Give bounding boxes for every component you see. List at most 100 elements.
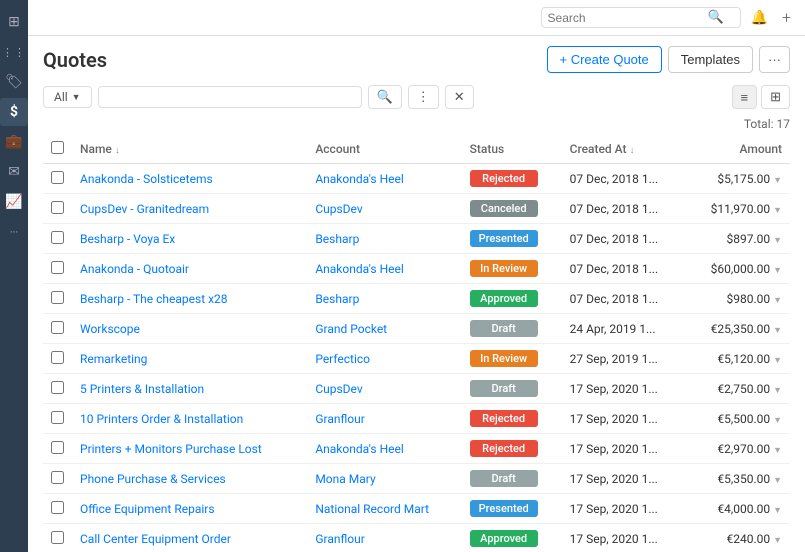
list-view-button[interactable]: ≡ [732, 85, 758, 109]
select-all-checkbox[interactable] [51, 141, 64, 154]
row-created: 07 Dec, 2018 1... [562, 284, 686, 314]
row-name-link-1[interactable]: CupsDev - Granitedream [80, 202, 209, 216]
notification-icon[interactable]: 🔔 [747, 8, 772, 28]
row-name-link-2[interactable]: Besharp - Voya Ex [80, 232, 175, 246]
amount-dropdown-icon-4[interactable]: ▼ [773, 296, 782, 306]
filter-clear-button[interactable]: ✕ [445, 85, 474, 109]
add-icon[interactable]: + [778, 6, 795, 29]
th-amount[interactable]: Amount [686, 135, 790, 164]
row-checkbox-1[interactable] [51, 201, 64, 214]
row-account-link-4[interactable]: Besharp [315, 292, 359, 306]
row-created: 17 Sep, 2020 1... [562, 404, 686, 434]
row-account: Besharp [307, 224, 461, 254]
row-checkbox-3[interactable] [51, 261, 64, 274]
amount-dropdown-icon-5[interactable]: ▼ [773, 326, 782, 336]
row-account-link-7[interactable]: CupsDev [315, 382, 362, 396]
row-checkbox-6[interactable] [51, 351, 64, 364]
filter-options-button[interactable]: ⋮ [408, 85, 439, 109]
row-checkbox-9[interactable] [51, 441, 64, 454]
amount-dropdown-icon-8[interactable]: ▼ [773, 416, 782, 426]
search-icon[interactable]: 🔍 [708, 10, 724, 25]
select-all-header[interactable] [43, 135, 72, 164]
th-created[interactable]: Created At ↓ [562, 135, 686, 164]
row-checkbox-4[interactable] [51, 291, 64, 304]
amount-dropdown-icon-1[interactable]: ▼ [773, 206, 782, 216]
more-options-button[interactable]: ··· [759, 46, 790, 73]
row-status: Rejected [462, 164, 562, 194]
row-name-link-6[interactable]: Remarketing [80, 352, 147, 366]
row-amount: €2,750.00 ▼ [686, 374, 790, 404]
amount-dropdown-icon-2[interactable]: ▼ [773, 236, 782, 246]
create-quote-button[interactable]: + Create Quote [547, 46, 662, 73]
status-badge-4: Approved [470, 290, 538, 307]
row-account-link-2[interactable]: Besharp [315, 232, 359, 246]
row-account: Grand Pocket [307, 314, 461, 344]
th-status[interactable]: Status [462, 135, 562, 164]
amount-dropdown-icon-12[interactable]: ▼ [773, 536, 782, 546]
header-actions: + Create Quote Templates ··· [547, 46, 791, 73]
row-name-link-4[interactable]: Besharp - The cheapest x28 [80, 292, 228, 306]
row-name-link-3[interactable]: Anakonda - Quotoair [80, 262, 189, 276]
row-name-link-12[interactable]: Call Center Equipment Order [80, 532, 231, 546]
sidebar-icon-briefcase[interactable]: 💼 [0, 128, 28, 156]
table-row: Anakonda - Quotoair Anakonda's Heel In R… [43, 254, 790, 284]
amount-dropdown-icon-9[interactable]: ▼ [773, 446, 782, 456]
sidebar-icon-grid[interactable]: ⊞ [0, 8, 28, 36]
th-name[interactable]: Name ↓ [72, 135, 307, 164]
amount-dropdown-icon-10[interactable]: ▼ [773, 476, 782, 486]
row-checkbox-cell [43, 284, 72, 314]
row-account-link-9[interactable]: Anakonda's Heel [315, 442, 403, 456]
more-dots-icon: ··· [10, 226, 19, 239]
search-input[interactable] [548, 11, 708, 25]
amount-dropdown-icon-3[interactable]: ▼ [773, 266, 782, 276]
filter-search-button[interactable]: 🔍 [368, 85, 402, 109]
row-name-link-5[interactable]: Workscope [80, 322, 140, 336]
row-name-link-9[interactable]: Printers + Monitors Purchase Lost [80, 442, 262, 456]
row-name-link-0[interactable]: Anakonda - Solsticetems [80, 172, 213, 186]
sidebar-icon-more[interactable]: ··· [0, 218, 28, 246]
row-account-link-1[interactable]: CupsDev [315, 202, 362, 216]
status-badge-0: Rejected [470, 170, 538, 187]
row-name-link-11[interactable]: Office Equipment Repairs [80, 502, 215, 516]
amount-dropdown-icon-7[interactable]: ▼ [773, 386, 782, 396]
row-name-link-7[interactable]: 5 Printers & Installation [80, 382, 204, 396]
row-checkbox-11[interactable] [51, 501, 64, 514]
row-created: 17 Sep, 2020 1... [562, 464, 686, 494]
amount-dropdown-icon-11[interactable]: ▼ [773, 506, 782, 516]
row-account-link-6[interactable]: Perfectico [315, 352, 370, 366]
row-name-link-10[interactable]: Phone Purchase & Services [80, 472, 226, 486]
filter-search-input[interactable] [98, 86, 362, 108]
filter-all-dropdown[interactable]: All ▼ [43, 86, 92, 108]
row-checkbox-10[interactable] [51, 471, 64, 484]
row-account-link-12[interactable]: Granflour [315, 532, 365, 546]
sidebar-icon-tag[interactable]: 🏷 [0, 68, 28, 96]
grid-view-button[interactable]: ⊞ [761, 85, 790, 109]
row-amount: €4,000.00 ▼ [686, 494, 790, 524]
amount-dropdown-icon-6[interactable]: ▼ [773, 356, 782, 366]
row-checkbox-2[interactable] [51, 231, 64, 244]
row-checkbox-cell [43, 374, 72, 404]
row-checkbox-0[interactable] [51, 171, 64, 184]
row-account-link-10[interactable]: Mona Mary [315, 472, 375, 486]
sidebar-icon-dollar[interactable]: $ [0, 98, 28, 126]
sidebar-icon-chart[interactable]: 📈 [0, 188, 28, 216]
row-checkbox-8[interactable] [51, 411, 64, 424]
sidebar-icon-apps[interactable]: ⋮⋮ [0, 38, 28, 66]
row-account-link-5[interactable]: Grand Pocket [315, 322, 387, 336]
row-account-link-0[interactable]: Anakonda's Heel [315, 172, 403, 186]
row-checkbox-7[interactable] [51, 381, 64, 394]
row-account-link-8[interactable]: Granflour [315, 412, 365, 426]
row-name: 10 Printers Order & Installation [72, 404, 307, 434]
amount-dropdown-icon-0[interactable]: ▼ [773, 176, 782, 186]
row-checkbox-5[interactable] [51, 321, 64, 334]
row-account-link-3[interactable]: Anakonda's Heel [315, 262, 403, 276]
th-account[interactable]: Account [307, 135, 461, 164]
row-checkbox-12[interactable] [51, 531, 64, 544]
sidebar-icon-email[interactable]: ✉ [0, 158, 28, 186]
row-created: 17 Sep, 2020 1... [562, 524, 686, 552]
row-status: Rejected [462, 404, 562, 434]
templates-button[interactable]: Templates [668, 46, 753, 73]
status-badge-9: Rejected [470, 440, 538, 457]
row-name-link-8[interactable]: 10 Printers Order & Installation [80, 412, 243, 426]
row-account-link-11[interactable]: National Record Mart [315, 502, 429, 516]
